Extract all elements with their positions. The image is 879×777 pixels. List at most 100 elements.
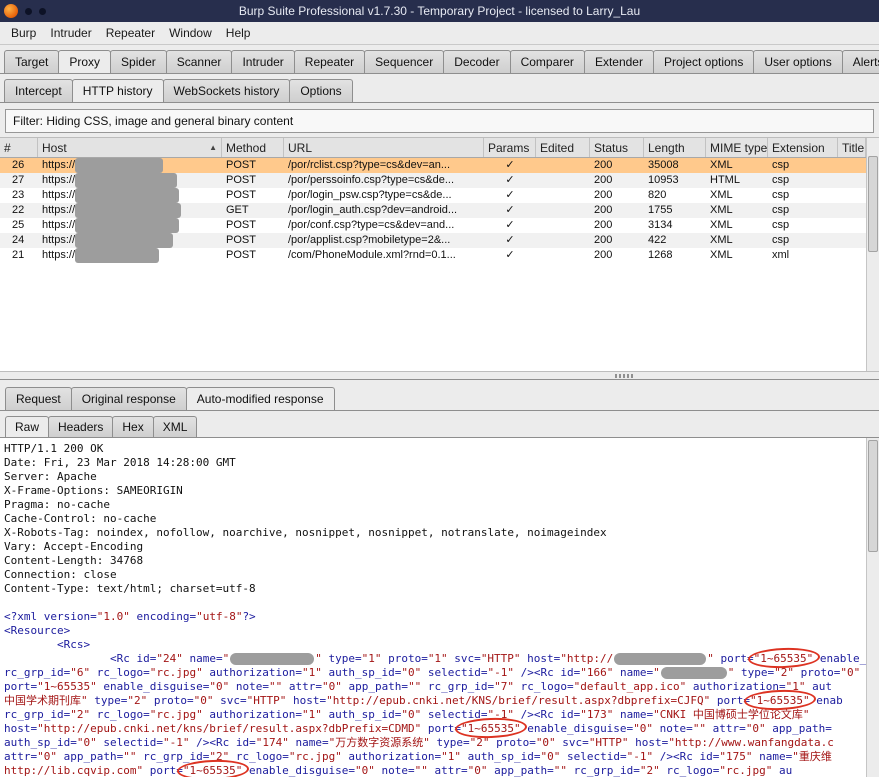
menu-item-repeater[interactable]: Repeater — [99, 23, 162, 43]
tab-scanner[interactable]: Scanner — [166, 50, 233, 73]
menu-item-help[interactable]: Help — [219, 23, 258, 43]
scrollbar-thumb[interactable] — [868, 440, 878, 552]
xml-value: "http://www.wanfangdata.c — [668, 736, 834, 749]
params-check-icon: ✓ — [505, 219, 514, 231]
menu-item-burp[interactable]: Burp — [4, 23, 43, 43]
xml-value: "0" — [194, 694, 214, 707]
cell-status: 200 — [590, 248, 644, 263]
tab-decoder[interactable]: Decoder — [443, 50, 510, 73]
xml-markup: rc_logo= — [514, 680, 574, 693]
tab-proxy[interactable]: Proxy — [58, 50, 111, 74]
table-row[interactable]: 23https://POST/por/login_psw.csp?type=cs… — [0, 188, 879, 203]
xml-markup: au — [772, 764, 792, 777]
xml-value: "0" — [37, 750, 57, 763]
cell-edited — [536, 233, 590, 248]
column-header-title[interactable]: Title — [838, 138, 866, 157]
response-line: HTTP/1.1 200 OK — [4, 442, 879, 456]
tab-repeater[interactable]: Repeater — [294, 50, 365, 73]
tab-options[interactable]: Options — [289, 79, 352, 102]
tab-comparer[interactable]: Comparer — [510, 50, 585, 73]
xml-value: "0" — [633, 722, 653, 735]
response-scrollbar[interactable] — [866, 438, 879, 777]
tab-project-options[interactable]: Project options — [653, 50, 754, 73]
tab-websockets-history[interactable]: WebSockets history — [163, 79, 291, 102]
response-line: http://lib.cqvip.com" port="1~65535" ena… — [4, 764, 879, 777]
xml-markup: /><Rc id= — [514, 708, 580, 721]
cell-edited — [536, 218, 590, 233]
tab-spider[interactable]: Spider — [110, 50, 167, 73]
table-row[interactable]: 26https://POST/por/rclist.csp?type=cs&de… — [0, 158, 879, 173]
column-header-edited[interactable]: Edited — [536, 138, 590, 157]
cell-method: POST — [222, 173, 284, 188]
xml-value: "0" — [355, 764, 375, 777]
column-header-method[interactable]: Method — [222, 138, 284, 157]
tab-request[interactable]: Request — [5, 387, 72, 410]
tab-target[interactable]: Target — [4, 50, 59, 73]
xml-value: "2" — [774, 666, 794, 679]
table-row[interactable]: 21https://POST/com/PhoneModule.xml?rnd=0… — [0, 248, 879, 263]
tab-user-options[interactable]: User options — [753, 50, 842, 73]
tab-xml[interactable]: XML — [153, 416, 198, 437]
table-row[interactable]: 27https://POST/por/perssoinfo.csp?type=c… — [0, 173, 879, 188]
xml-markup: rc_grp_id= — [4, 708, 70, 721]
tab-intercept[interactable]: Intercept — [4, 79, 73, 102]
column-label: Method — [226, 141, 266, 155]
xml-value: "166" — [580, 666, 613, 679]
response-pane: HTTP/1.1 200 OKDate: Fri, 23 Mar 2018 14… — [0, 438, 879, 777]
column-header-mime-type[interactable]: MIME type — [706, 138, 768, 157]
xml-markup: <Resource> — [4, 624, 70, 637]
tab-hex[interactable]: Hex — [112, 416, 153, 437]
response-line: attr="0" app_path="" rc_grp_id="2" rc_lo… — [4, 750, 879, 764]
scrollbar-thumb[interactable] — [868, 156, 878, 252]
column-header-url[interactable]: URL — [284, 138, 484, 157]
sort-asc-icon: ▲ — [209, 143, 217, 152]
column-header-host[interactable]: Host▲ — [38, 138, 222, 157]
xml-markup: svc= — [213, 694, 246, 707]
tab-headers[interactable]: Headers — [48, 416, 113, 437]
tab-alerts[interactable]: Alerts — [842, 50, 879, 73]
xml-markup: attr= — [4, 750, 37, 763]
main-tab-bar: TargetProxySpiderScannerIntruderRepeater… — [0, 45, 879, 74]
tab-http-history[interactable]: HTTP history — [72, 79, 164, 103]
tab-sequencer[interactable]: Sequencer — [364, 50, 444, 73]
redaction-blob — [661, 667, 727, 679]
column-header-status[interactable]: Status — [590, 138, 644, 157]
table-scrollbar[interactable] — [866, 138, 879, 371]
xml-markup: <?xml version= — [4, 610, 97, 623]
filter-bar[interactable]: Filter: Hiding CSS, image and general bi… — [5, 109, 874, 133]
tab-extender[interactable]: Extender — [584, 50, 654, 73]
column-label: Status — [594, 141, 628, 155]
redaction-blob — [75, 203, 181, 218]
table-row[interactable]: 25https://POST/por/conf.csp?type=cs&dev=… — [0, 218, 879, 233]
host-prefix: https:// — [42, 249, 75, 261]
xml-markup: selectid= — [97, 736, 163, 749]
cell-mime: XML — [706, 233, 768, 248]
column-header-length[interactable]: Length — [644, 138, 706, 157]
xml-markup: selectid= — [560, 750, 626, 763]
tab-auto-modified-response[interactable]: Auto-modified response — [186, 387, 335, 411]
table-row[interactable]: 22https://GET/por/login_auth.csp?dev=and… — [0, 203, 879, 218]
xml-markup: /><Rc id= — [653, 750, 719, 763]
redaction-blob — [75, 173, 177, 188]
window-title: Burp Suite Professional v1.7.30 - Tempor… — [0, 4, 879, 18]
cell-status: 200 — [590, 188, 644, 203]
window-button-icon[interactable] — [25, 8, 32, 15]
menu-item-window[interactable]: Window — [162, 23, 219, 43]
menu-item-intruder[interactable]: Intruder — [43, 23, 98, 43]
xml-markup: note= — [375, 764, 415, 777]
column-header-extension[interactable]: Extension — [768, 138, 838, 157]
tab-original-response[interactable]: Original response — [71, 387, 187, 410]
xml-value: "1" — [302, 666, 322, 679]
cell-mime: XML — [706, 248, 768, 263]
column-label: Params — [488, 141, 529, 155]
xml-markup: type= — [88, 694, 128, 707]
splitter-grip-icon[interactable] — [615, 374, 635, 378]
column-header-params[interactable]: Params — [484, 138, 536, 157]
column-header-num[interactable]: # — [0, 138, 38, 157]
tab-intruder[interactable]: Intruder — [231, 50, 294, 73]
response-line: X-Frame-Options: SAMEORIGIN — [4, 484, 879, 498]
panel-splitter[interactable] — [0, 371, 879, 380]
window-button-icon[interactable] — [39, 8, 46, 15]
table-row[interactable]: 24https://POST/por/applist.csp?mobiletyp… — [0, 233, 879, 248]
tab-raw[interactable]: Raw — [5, 416, 49, 438]
